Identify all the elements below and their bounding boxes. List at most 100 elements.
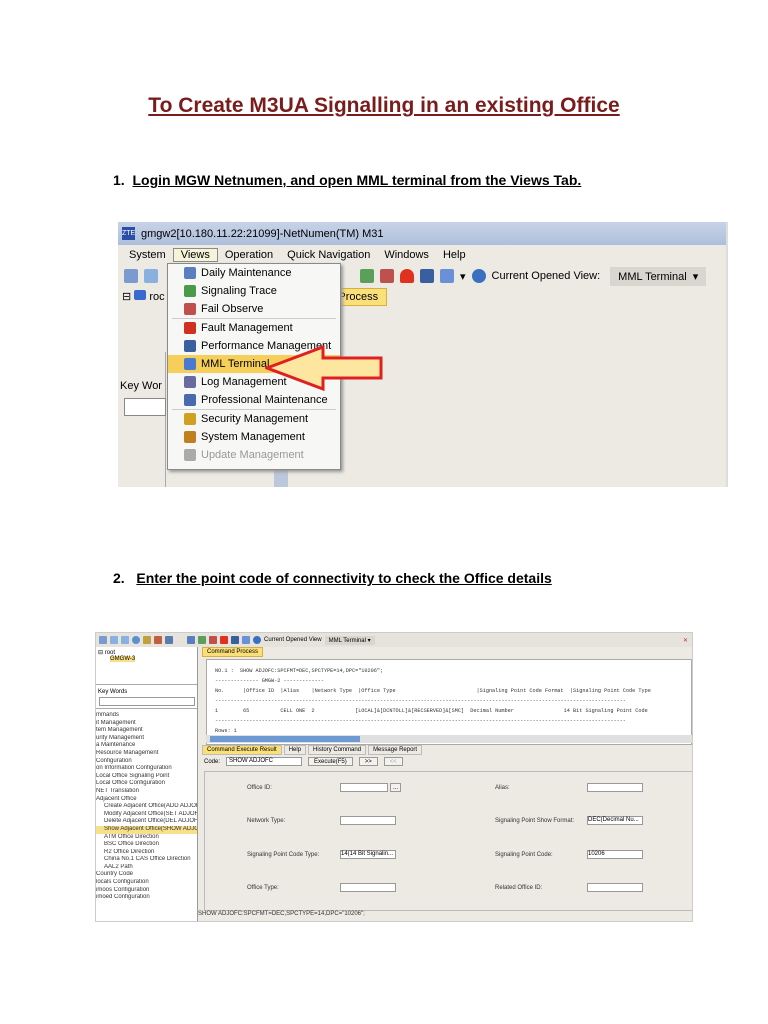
menu-item-fail-observe[interactable]: Fail Observe <box>168 300 340 318</box>
menu-item-professional-maintenance[interactable]: Professional Maintenance <box>168 391 340 409</box>
menu-item-label: Update Management <box>201 449 304 461</box>
office-id-input[interactable] <box>340 783 388 792</box>
nav-item[interactable]: locals Configuration <box>96 879 197 887</box>
menu-views[interactable]: Views <box>172 248 218 262</box>
tree-root[interactable]: ⊟ roc <box>122 290 165 303</box>
menu-quick-navigation[interactable]: Quick Navigation <box>280 249 377 261</box>
prev-button[interactable]: << <box>383 757 403 766</box>
menu-item-security-management[interactable]: Security Management <box>168 410 340 428</box>
nav-item[interactable]: imoos Configuration <box>96 887 197 895</box>
nav-item[interactable]: Configuration <box>96 758 197 766</box>
office-type-select[interactable] <box>340 883 396 892</box>
key-words-input[interactable] <box>124 398 166 416</box>
nav-item[interactable]: Delete Adjacent Office(DEL ADJOFC) <box>96 818 197 826</box>
nav-item[interactable]: Show Adjacent Office(SHOW ADJOFC) <box>96 825 197 834</box>
nav-item[interactable]: mmands <box>96 712 197 720</box>
next-button[interactable]: >> <box>358 757 378 766</box>
current-view-select[interactable]: MML Terminal ▾ <box>610 266 707 286</box>
nav-item[interactable]: Country Code <box>96 871 197 879</box>
help-icon[interactable] <box>253 636 261 644</box>
mml-icon[interactable] <box>440 269 454 283</box>
console-output: NO.1 : SHOW ADJOFC:SPCFMT=DEC,SPCTYPE=14… <box>206 659 692 745</box>
network-type-label: Network Type: <box>247 818 286 824</box>
nav-item[interactable]: Create Adjacent Office(ADD ADJOFC) <box>96 803 197 811</box>
nav-item[interactable]: BSC Office Direction <box>96 841 197 849</box>
tab-help[interactable]: Help <box>283 745 307 755</box>
related-office-id-input[interactable] <box>587 883 643 892</box>
command-line: SHOW ADJOFC:SPCFMT=DEC,SPCTYPE=14,DPC="1… <box>198 911 365 917</box>
tree-child[interactable]: GMGW-3 <box>98 656 195 662</box>
back-icon[interactable] <box>110 636 118 644</box>
menu-item-system-management[interactable]: System Management <box>168 428 340 446</box>
trace-icon[interactable] <box>198 636 206 644</box>
sp-show-format-select[interactable]: DEC(Decimal Nu... <box>587 816 643 825</box>
home-icon[interactable] <box>124 269 138 283</box>
horizontal-scrollbar[interactable] <box>206 735 692 743</box>
signaling-trace-icon[interactable] <box>360 269 374 283</box>
navigation-panel: ⊟ root GMGW-3 Key Words mmands it Managem… <box>96 647 198 921</box>
menu-operation[interactable]: Operation <box>218 249 280 261</box>
execute-button[interactable]: Execute(F5) <box>308 757 353 766</box>
nav-item[interactable]: R2 Office Direction <box>96 849 197 857</box>
tab-history-command[interactable]: History Command <box>308 745 367 755</box>
alarm-icon[interactable] <box>400 269 414 283</box>
nav-item[interactable]: on Information Configuration <box>96 765 197 773</box>
daily-icon[interactable] <box>187 636 195 644</box>
current-view-label: Current Opened View: <box>491 270 601 282</box>
tab-command-execute-result[interactable]: Command Execute Result <box>202 745 282 755</box>
tree-root[interactable]: ⊟ root <box>98 649 195 656</box>
tool-icon[interactable] <box>154 636 162 644</box>
menu-item-signaling-trace[interactable]: Signaling Trace <box>168 282 340 300</box>
alias-input[interactable] <box>587 783 643 792</box>
network-type-input[interactable] <box>340 816 396 825</box>
nav-item[interactable]: imoed Configuration <box>96 894 197 902</box>
current-view-select[interactable]: MML Terminal ▾ <box>324 635 375 645</box>
nav-item[interactable]: Modify Adjacent Office(SET ADJOFC) <box>96 811 197 819</box>
nav-item[interactable]: tem Management <box>96 727 197 735</box>
office-type-label: Office Type: <box>247 885 279 891</box>
refresh-icon[interactable] <box>132 636 140 644</box>
tool-icon[interactable] <box>143 636 151 644</box>
nav-item[interactable]: Adjacent Office <box>96 796 197 804</box>
menu-item-daily-maintenance[interactable]: Daily Maintenance <box>168 264 340 282</box>
close-icon[interactable]: ✕ <box>683 637 688 644</box>
code-value: SHOW ADJOFC <box>229 758 274 764</box>
nav-item[interactable]: a Maintenance <box>96 742 197 750</box>
perf-icon[interactable] <box>231 636 239 644</box>
performance-icon[interactable] <box>420 269 434 283</box>
forward-icon[interactable] <box>121 636 129 644</box>
key-words-input[interactable] <box>99 697 195 706</box>
nav-item[interactable]: urity Management <box>96 735 197 743</box>
nav-item[interactable]: NET Translation <box>96 788 197 796</box>
fail-icon[interactable] <box>209 636 217 644</box>
alarm-icon[interactable] <box>220 636 228 644</box>
spc-input[interactable]: 10206 <box>587 850 643 859</box>
nav-item[interactable]: China No.1 CAS Office Direction <box>96 856 197 864</box>
spc-type-select[interactable]: 14(14 Bit Signalin... <box>340 850 396 859</box>
nav-item[interactable]: AAL2 Path <box>96 864 197 872</box>
menu-system[interactable]: System <box>122 249 173 261</box>
step-text: Enter the point code of connectivity to … <box>136 570 552 586</box>
back-icon[interactable] <box>144 269 158 283</box>
fail-observe-icon[interactable] <box>380 269 394 283</box>
code-select[interactable]: SHOW ADJOFC <box>226 757 303 766</box>
office-id-browse-button[interactable]: ... <box>390 783 402 792</box>
menu-item-update-management[interactable]: Update Management <box>168 446 340 464</box>
dropdown-icon[interactable]: ▾ <box>460 270 466 283</box>
tab-command-process[interactable]: Command Process <box>202 647 264 657</box>
nav-item[interactable]: Resource Management <box>96 750 197 758</box>
mml-icon[interactable] <box>242 636 250 644</box>
menu-windows[interactable]: Windows <box>377 249 436 261</box>
menu-help[interactable]: Help <box>436 249 473 261</box>
sp-show-format-value: DEC(Decimal Nu... <box>588 817 639 823</box>
nav-item[interactable]: Local Office Signaling Point <box>96 773 197 781</box>
scroll-thumb[interactable] <box>210 736 360 742</box>
nav-item[interactable]: it Management <box>96 720 197 728</box>
menu-item-fault-management[interactable]: Fault Management <box>168 319 340 337</box>
tab-message-report[interactable]: Message Report <box>368 745 423 755</box>
help-icon[interactable] <box>471 269 486 283</box>
nav-item[interactable]: Local Office Configuration <box>96 780 197 788</box>
tool-icon[interactable] <box>165 636 173 644</box>
nav-item[interactable]: ATM Office Direction <box>96 834 197 842</box>
home-icon[interactable] <box>99 636 107 644</box>
